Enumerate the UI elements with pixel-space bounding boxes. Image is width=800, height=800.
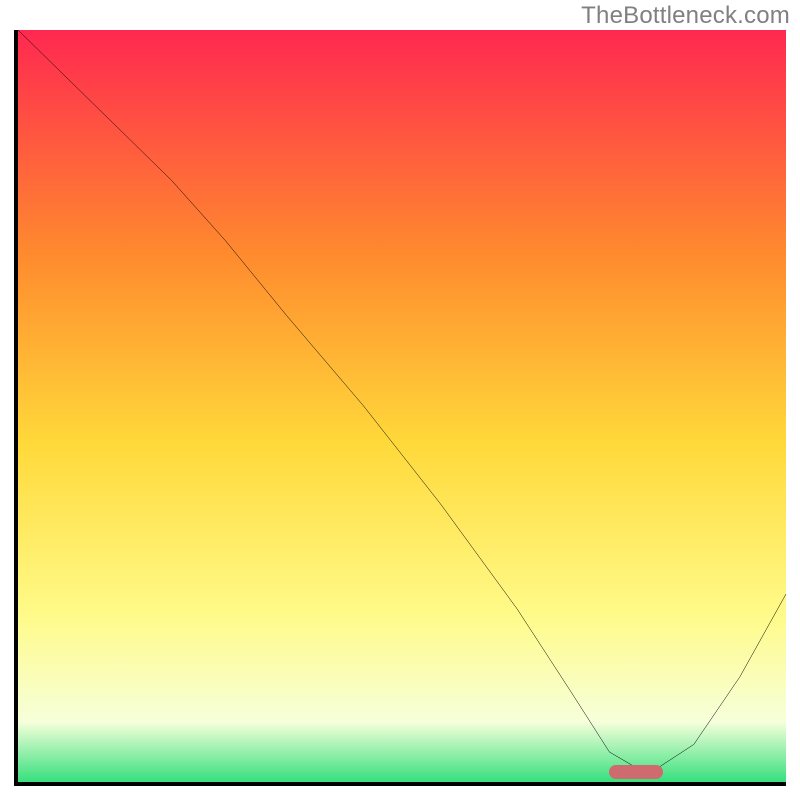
optimal-range-marker xyxy=(609,765,663,779)
chart-stage: TheBottleneck.com xyxy=(0,0,800,800)
plot-area xyxy=(14,30,786,786)
watermark-text: TheBottleneck.com xyxy=(581,2,790,30)
plot-svg xyxy=(18,30,786,782)
